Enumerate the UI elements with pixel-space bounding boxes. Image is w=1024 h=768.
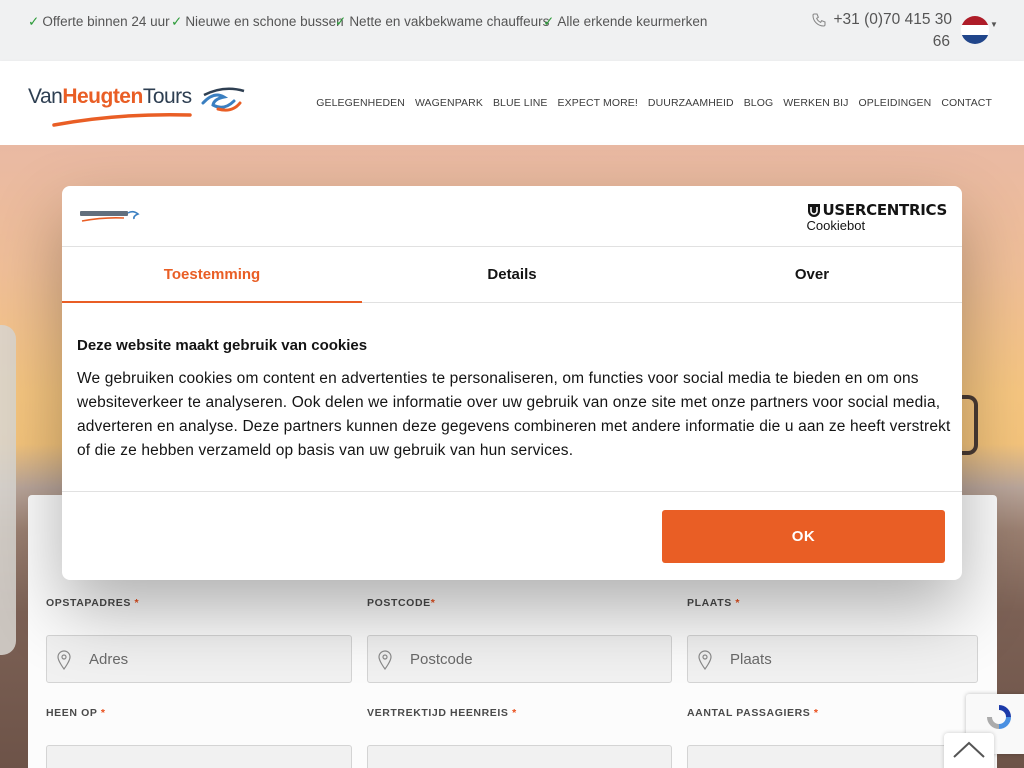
nav-item-blog[interactable]: BLOG: [744, 97, 774, 109]
map-pin-icon: [378, 650, 392, 670]
ok-button[interactable]: OK: [662, 510, 945, 563]
nav-item-gelegenheden[interactable]: GELEGENHEDEN: [316, 97, 405, 109]
top-bar: ✓ Offerte binnen 24 uur ✓ Nieuwe en schone…: [0, 0, 1024, 61]
tab-details[interactable]: Details: [362, 247, 662, 302]
phone-icon: [812, 13, 826, 27]
address-label: OPSTAPADRES *: [46, 597, 140, 609]
usp-item: ✓ Nette en vakbekwame chauffeurs: [335, 14, 550, 29]
nav-item-contact[interactable]: CONTACT: [941, 97, 992, 109]
divider: [62, 491, 962, 492]
logo-swoosh-icon: [52, 87, 245, 127]
nav-item-wagenpark[interactable]: WAGENPARK: [415, 97, 483, 109]
city-placeholder: Plaats: [730, 651, 772, 668]
site-logo[interactable]: VanHeugtenTours: [28, 85, 248, 129]
time-input[interactable]: [367, 745, 672, 768]
usercentrics-name: USERCENTRICS: [822, 201, 948, 219]
postcode-input[interactable]: Postcode: [367, 635, 672, 683]
main-navigation: GELEGENHEDEN WAGENPARK BLUE LINE EXPECT …: [316, 97, 992, 109]
cookiebot-name: Cookiebot: [806, 218, 866, 233]
city-input[interactable]: Plaats: [687, 635, 978, 683]
postcode-label: POSTCODE*: [367, 597, 436, 609]
time-label: VERTREKTIJD HEENREIS *: [367, 707, 517, 719]
tab-over[interactable]: Over: [662, 247, 962, 302]
cookie-description: We gebruiken cookies om content en adver…: [77, 370, 951, 459]
phone-number-line2: 66: [932, 33, 950, 50]
cookie-title: Deze website maakt gebruik van cookies: [77, 337, 368, 354]
site-header: VanHeugtenTours GELEGENHEDEN WAGENPARK B…: [0, 61, 1024, 145]
passengers-label: AANTAL PASSAGIERS *: [687, 707, 819, 719]
check-icon: ✓: [171, 14, 183, 29]
postcode-placeholder: Postcode: [410, 651, 473, 668]
phone-link[interactable]: +31 (0)70 415 30 66: [812, 9, 952, 53]
nav-item-opleidingen[interactable]: OPLEIDINGEN: [858, 97, 931, 109]
check-icon: ✓: [28, 14, 40, 29]
chevron-down-icon[interactable]: ▼: [990, 20, 998, 29]
bus-image: [0, 325, 16, 655]
check-icon: ✓: [335, 14, 347, 29]
city-label: PLAATS *: [687, 597, 741, 609]
usp-item: ✓ Alle erkende keurmerken: [543, 14, 708, 29]
date-input[interactable]: [46, 745, 352, 768]
check-icon: ✓: [543, 14, 555, 29]
map-pin-icon: [57, 650, 71, 670]
nav-item-duurzaamheid[interactable]: DUURZAAMHEID: [648, 97, 734, 109]
shield-icon: [807, 203, 820, 217]
map-pin-icon: [698, 650, 712, 670]
address-placeholder: Adres: [89, 651, 129, 668]
phone-number-line1: +31 (0)70 415 30: [833, 11, 953, 28]
date-label: HEEN OP *: [46, 707, 106, 719]
nav-item-werken-bij[interactable]: WERKEN BIJ: [783, 97, 848, 109]
recaptcha-icon: [987, 705, 1011, 729]
passengers-input[interactable]: [687, 745, 978, 768]
chevron-up-icon: [953, 741, 985, 758]
scroll-to-top-button[interactable]: [944, 733, 994, 768]
cookie-dialog-header: USERCENTRICS Cookiebot: [62, 186, 962, 247]
netherlands-flag-icon[interactable]: [961, 16, 989, 44]
usercentrics-logo: USERCENTRICS Cookiebot: [806, 201, 948, 233]
site-logo-small: [80, 210, 140, 222]
nav-item-expect-more[interactable]: EXPECT MORE!: [558, 97, 638, 109]
nav-item-blue-line[interactable]: BLUE LINE: [493, 97, 548, 109]
cookie-tabs: Toestemming Details Over: [62, 247, 962, 303]
tab-toestemming[interactable]: Toestemming: [62, 247, 362, 303]
usp-item: ✓ Nieuwe en schone bussen: [171, 14, 344, 29]
cookie-consent-dialog: USERCENTRICS Cookiebot Toestemming Detai…: [62, 186, 962, 580]
address-input[interactable]: Adres: [46, 635, 352, 683]
usp-item: ✓ Offerte binnen 24 uur: [28, 14, 170, 29]
